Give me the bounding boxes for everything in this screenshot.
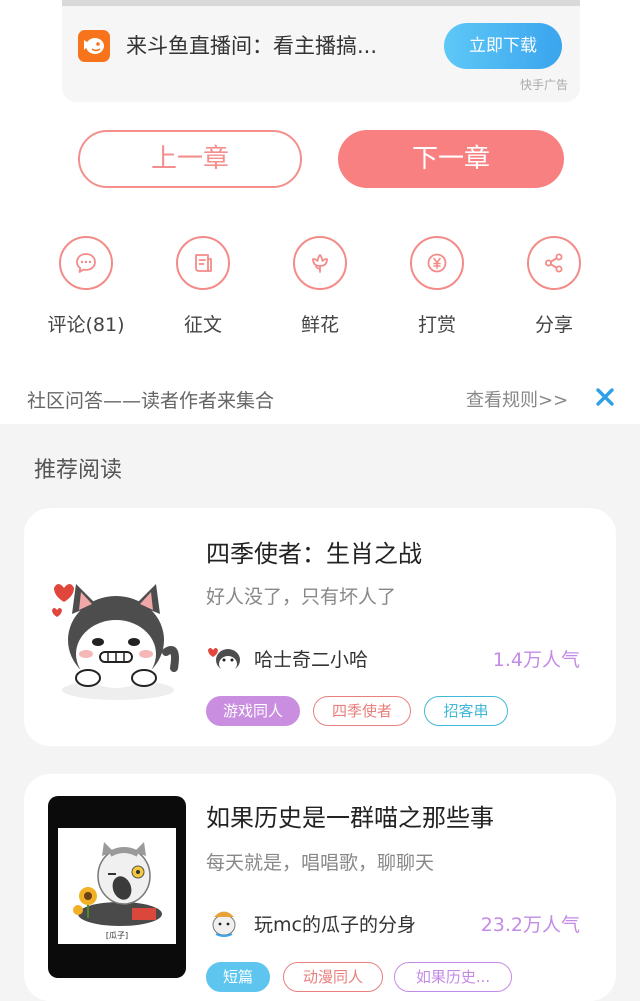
ad-banner[interactable]: 来斗鱼直播间：看主播搞... 立即下载 快手广告: [62, 0, 580, 102]
book-card[interactable]: [瓜子] 如果历史是一群喵之那些事 每天就是，唱唱歌，聊聊天 玩mc的瓜子的分身…: [24, 774, 616, 1001]
reward-icon[interactable]: [410, 236, 464, 290]
comment-icon[interactable]: [59, 236, 113, 290]
douyu-fish-icon: [78, 30, 110, 62]
contest-action[interactable]: 征文: [148, 236, 258, 340]
author-avatar[interactable]: [206, 640, 242, 676]
community-qa-link[interactable]: 社区问答——读者作者来集合: [27, 386, 274, 413]
cover-caption: [瓜子]: [106, 931, 128, 940]
share-label: 分享: [534, 314, 573, 336]
flower-icon[interactable]: [293, 236, 347, 290]
next-chapter-button[interactable]: 下一章: [338, 130, 564, 188]
contest-label: 征文: [183, 314, 222, 336]
flower-label: 鲜花: [300, 314, 339, 336]
popularity-count: 1.4万人气: [492, 649, 580, 671]
contest-icon[interactable]: [176, 236, 230, 290]
flower-action[interactable]: 鲜花: [265, 236, 375, 340]
close-icon[interactable]: [594, 386, 616, 408]
tag[interactable]: 四季使者: [313, 696, 411, 726]
book-cover[interactable]: [48, 570, 186, 710]
recommend-section-title: 推荐阅读: [34, 458, 123, 483]
tag[interactable]: 动漫同人: [283, 962, 383, 992]
tag[interactable]: 如果历史...: [394, 962, 512, 992]
comment-action[interactable]: 评论(81): [31, 236, 141, 340]
comment-label: 评论(81): [47, 314, 125, 336]
popularity-count: 23.2万人气: [480, 914, 580, 936]
chapter-end-panel: 来斗鱼直播间：看主播搞... 立即下载 快手广告 上一章 下一章 评论(81) …: [0, 0, 640, 424]
tag[interactable]: 招客串: [424, 696, 508, 726]
book-cover[interactable]: [瓜子]: [48, 796, 186, 978]
reward-action[interactable]: 打赏: [382, 236, 492, 340]
tag[interactable]: 游戏同人: [206, 696, 300, 726]
ad-text[interactable]: 来斗鱼直播间：看主播搞...: [126, 30, 416, 62]
view-rules-link[interactable]: 查看规则>>: [466, 386, 568, 412]
book-title[interactable]: 如果历史是一群喵之那些事: [206, 798, 494, 833]
tag[interactable]: 短篇: [206, 962, 270, 992]
book-card[interactable]: 四季使者：生肖之战 好人没了，只有坏人了 哈士奇二小哈 1.4万人气 游戏同人 …: [24, 508, 616, 746]
author-name[interactable]: 玩mc的瓜子的分身: [254, 910, 416, 937]
book-title[interactable]: 四季使者：生肖之战: [206, 534, 422, 569]
share-icon[interactable]: [527, 236, 581, 290]
author-name[interactable]: 哈士奇二小哈: [254, 645, 368, 672]
book-description: 每天就是，唱唱歌，聊聊天: [206, 852, 435, 874]
share-action[interactable]: 分享: [499, 236, 609, 340]
prev-chapter-button[interactable]: 上一章: [78, 130, 302, 188]
ad-top-strip: [62, 0, 580, 6]
author-avatar[interactable]: [206, 904, 242, 940]
ad-source-label: 快手广告: [519, 78, 568, 92]
book-description: 好人没了，只有坏人了: [206, 586, 397, 608]
ad-download-button[interactable]: 立即下载: [444, 23, 562, 69]
reward-label: 打赏: [417, 314, 456, 336]
